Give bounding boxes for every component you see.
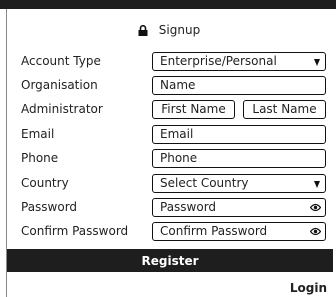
- login-link[interactable]: Login: [290, 281, 327, 295]
- phone-row: Phone Phone: [0, 149, 336, 169]
- page-title: Signup: [158, 23, 201, 37]
- phone-label: Phone: [21, 151, 59, 165]
- account-type-value: Enterprise/Personal: [160, 54, 277, 68]
- top-bar: [0, 0, 336, 9]
- password-row: Password Password: [0, 198, 336, 218]
- confirm-password-row: Confirm Password Confirm Password: [0, 222, 336, 242]
- email-label: Email: [21, 127, 55, 141]
- password-placeholder: Password: [160, 200, 217, 214]
- account-type-row: Account Type Enterprise/Personal: [0, 52, 336, 72]
- organisation-label: Organisation: [21, 78, 98, 92]
- password-input[interactable]: Password: [152, 198, 326, 217]
- confirm-password-placeholder: Confirm Password: [160, 224, 268, 238]
- account-type-select[interactable]: Enterprise/Personal: [152, 52, 326, 71]
- phone-input[interactable]: Phone: [152, 149, 326, 168]
- email-input[interactable]: Email: [152, 125, 326, 144]
- administrator-row: Administrator First Name Last Name: [0, 100, 336, 120]
- organisation-row: Organisation Name: [0, 76, 336, 96]
- email-row: Email Email: [0, 125, 336, 145]
- register-button[interactable]: Register: [7, 249, 333, 272]
- first-name-input[interactable]: First Name: [152, 100, 235, 119]
- eye-icon[interactable]: [310, 203, 321, 212]
- eye-icon[interactable]: [310, 227, 321, 236]
- chevron-down-icon: [314, 59, 320, 66]
- administrator-label: Administrator: [21, 102, 103, 116]
- chevron-down-icon: [314, 181, 320, 188]
- last-name-input[interactable]: Last Name: [243, 100, 326, 119]
- country-value: Select Country: [160, 176, 249, 190]
- lock-icon: [138, 24, 148, 36]
- account-type-label: Account Type: [21, 54, 101, 68]
- country-row: Country Select Country: [0, 174, 336, 194]
- organisation-input[interactable]: Name: [152, 76, 326, 95]
- confirm-password-input[interactable]: Confirm Password: [152, 222, 326, 241]
- country-label: Country: [21, 176, 69, 190]
- country-select[interactable]: Select Country: [152, 174, 326, 193]
- signup-header: Signup: [0, 17, 336, 43]
- confirm-password-label: Confirm Password: [21, 224, 129, 238]
- password-label: Password: [21, 200, 78, 214]
